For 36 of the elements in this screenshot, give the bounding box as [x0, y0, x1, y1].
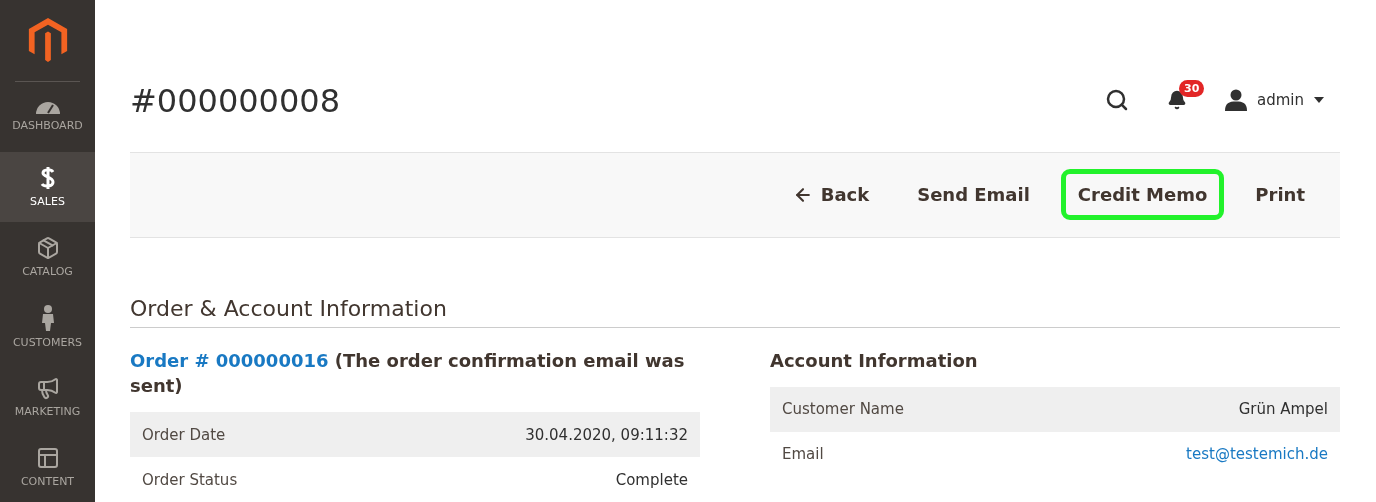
caret-icon — [1314, 97, 1324, 104]
section-title: Order & Account Information — [130, 295, 1340, 328]
sidebar-item[interactable]: MARKETING — [0, 361, 95, 432]
row-value: Complete — [615, 470, 688, 489]
layout-icon — [35, 446, 60, 470]
row-label: Customer Name — [782, 400, 904, 419]
row-value: Grün Ampel — [1238, 400, 1328, 419]
user-icon — [1225, 89, 1247, 112]
box-icon — [35, 235, 60, 260]
email-link[interactable]: test@testemich.de — [1186, 445, 1328, 464]
back-button[interactable]: Back — [775, 169, 887, 221]
megaphone-icon — [35, 375, 60, 400]
toolbar-button[interactable]: Send Email — [900, 169, 1047, 221]
sidebar-item[interactable]: SALES — [0, 151, 95, 222]
toolbar-button[interactable]: Print — [1238, 169, 1322, 221]
row-label: Order Status — [142, 470, 238, 489]
search-button[interactable] — [1105, 88, 1129, 113]
account-heading: Account Information — [770, 348, 979, 373]
row-value: 30.04.2020, 09:11:32 — [525, 425, 688, 444]
page-title: #000000008 — [130, 82, 342, 121]
order-link[interactable]: Order # 000000016 — [130, 349, 329, 371]
dollar-icon — [39, 165, 56, 190]
toolbar-button[interactable]: Credit Memo — [1060, 169, 1225, 221]
order-heading: Order # 000000016 (The order confirmation email was sent) — [130, 348, 686, 398]
row-label: Email — [782, 445, 824, 464]
user-menu[interactable]: admin — [1225, 89, 1324, 112]
row-label: Order Date — [142, 425, 226, 444]
logo-icon — [27, 18, 68, 63]
sidebar-item[interactable]: CONTENT — [0, 432, 95, 502]
notifications-button[interactable] — [1167, 90, 1187, 111]
person-icon — [40, 304, 55, 331]
notification-count: 30 — [1179, 80, 1205, 98]
sidebar-item[interactable]: DASHBOARD — [0, 81, 95, 152]
sidebar-item[interactable]: CUSTOMERS — [0, 291, 95, 362]
gauge-icon — [35, 101, 60, 114]
sidebar-item[interactable]: CATALOG — [0, 221, 95, 292]
